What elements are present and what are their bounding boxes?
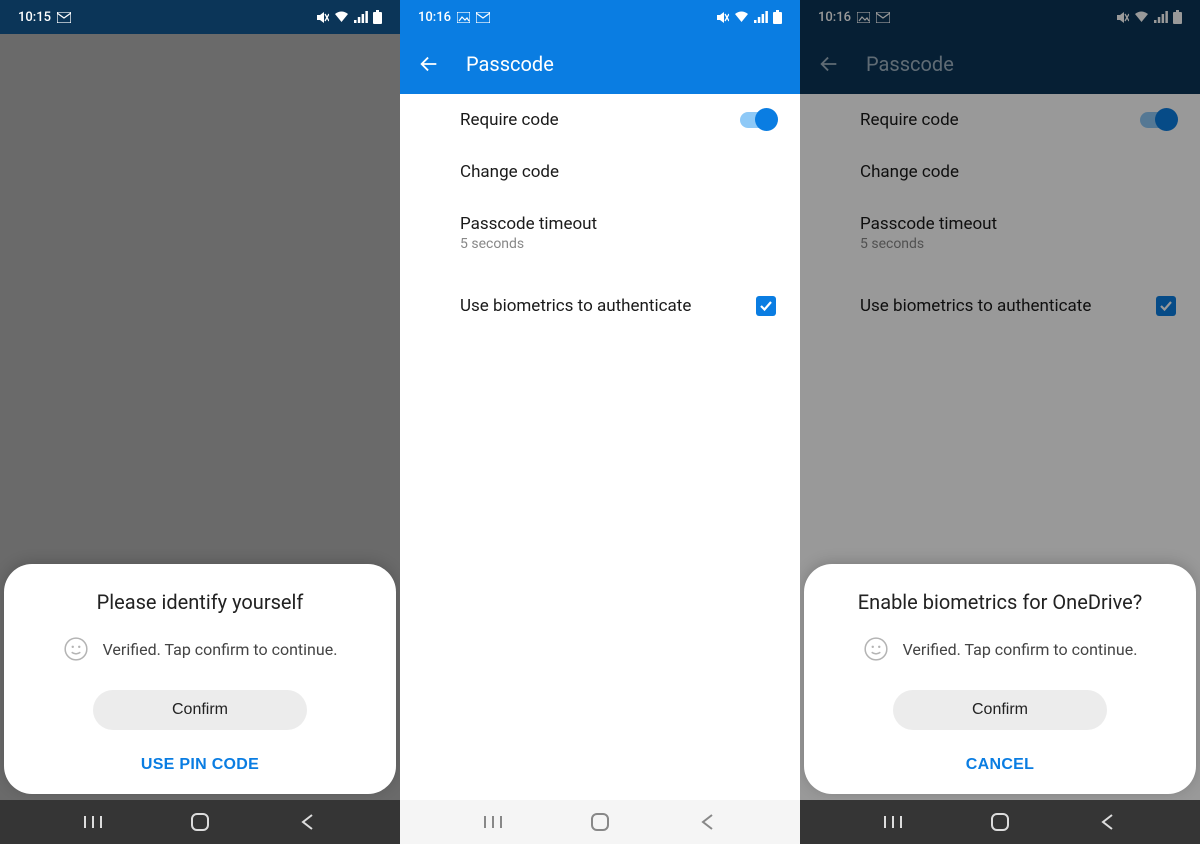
mute-icon bbox=[1115, 11, 1129, 24]
face-icon bbox=[63, 636, 89, 662]
back-arrow-icon[interactable] bbox=[818, 53, 840, 75]
status-bar: 10:16 bbox=[800, 0, 1200, 34]
app-bar: Passcode bbox=[800, 34, 1200, 94]
status-bar: 10:15 bbox=[0, 0, 400, 34]
back-button[interactable] bbox=[687, 802, 727, 842]
sheet-message: Verified. Tap confirm to continue. bbox=[103, 640, 338, 659]
wifi-icon bbox=[334, 11, 349, 23]
timeout-row[interactable]: Passcode timeout 5 seconds bbox=[800, 198, 1200, 268]
sheet-title: Enable biometrics for OneDrive? bbox=[822, 590, 1178, 614]
biometrics-checkbox[interactable] bbox=[756, 296, 776, 316]
change-code-row[interactable]: Change code bbox=[800, 146, 1200, 198]
face-icon bbox=[863, 636, 889, 662]
sheet-title: Please identify yourself bbox=[22, 590, 378, 614]
signal-icon bbox=[354, 11, 368, 23]
mute-icon bbox=[315, 11, 329, 24]
identify-sheet: Please identify yourself Verified. Tap c… bbox=[4, 564, 396, 794]
appbar-title: Passcode bbox=[466, 52, 554, 76]
home-button[interactable] bbox=[980, 802, 1020, 842]
sheet-message-row: Verified. Tap confirm to continue. bbox=[22, 636, 378, 662]
android-navbar bbox=[400, 800, 800, 844]
status-bar: 10:16 bbox=[400, 0, 800, 34]
status-time: 10:16 bbox=[818, 10, 851, 25]
mute-icon bbox=[715, 11, 729, 24]
appbar-title: Passcode bbox=[866, 52, 954, 76]
sheet-message-row: Verified. Tap confirm to continue. bbox=[822, 636, 1178, 662]
settings-list: Require code Change code Passcode timeou… bbox=[400, 94, 800, 332]
change-code-row[interactable]: Change code bbox=[400, 146, 800, 198]
status-time: 10:15 bbox=[18, 10, 51, 25]
back-arrow-icon[interactable] bbox=[418, 53, 440, 75]
biometrics-row[interactable]: Use biometrics to authenticate bbox=[400, 280, 800, 332]
mail-icon bbox=[876, 12, 890, 23]
require-code-row[interactable]: Require code bbox=[800, 94, 1200, 146]
confirm-button[interactable]: Confirm bbox=[93, 690, 307, 730]
image-icon bbox=[857, 12, 870, 23]
wifi-icon bbox=[734, 11, 749, 23]
timeout-row[interactable]: Passcode timeout 5 seconds bbox=[400, 198, 800, 268]
screen-enable-biometrics: 10:16 Passcode Require code Change code … bbox=[800, 0, 1200, 844]
app-bar: Passcode bbox=[400, 34, 800, 94]
home-button[interactable] bbox=[180, 802, 220, 842]
confirm-button[interactable]: Confirm bbox=[893, 690, 1107, 730]
sheet-message: Verified. Tap confirm to continue. bbox=[903, 640, 1138, 659]
android-navbar bbox=[0, 800, 400, 844]
back-button[interactable] bbox=[1087, 802, 1127, 842]
wifi-icon bbox=[1134, 11, 1149, 23]
cancel-button[interactable]: CANCEL bbox=[966, 756, 1034, 774]
require-code-toggle[interactable] bbox=[740, 112, 776, 128]
image-icon bbox=[457, 12, 470, 23]
battery-icon bbox=[773, 10, 782, 24]
back-button[interactable] bbox=[287, 802, 327, 842]
status-time: 10:16 bbox=[418, 10, 451, 25]
require-code-row[interactable]: Require code bbox=[400, 94, 800, 146]
home-button[interactable] bbox=[580, 802, 620, 842]
biometrics-sheet: Enable biometrics for OneDrive? Verified… bbox=[804, 564, 1196, 794]
require-code-toggle[interactable] bbox=[1140, 112, 1176, 128]
screen-identify: 10:15 Secured by Knox Please identify yo… bbox=[0, 0, 400, 844]
battery-icon bbox=[373, 10, 382, 24]
biometrics-row[interactable]: Use biometrics to authenticate bbox=[800, 280, 1200, 332]
mail-icon bbox=[57, 12, 71, 23]
mail-icon bbox=[476, 12, 490, 23]
signal-icon bbox=[754, 11, 768, 23]
battery-icon bbox=[1173, 10, 1182, 24]
signal-icon bbox=[1154, 11, 1168, 23]
screen-passcode-settings: 10:16 Passcode Require code Change code … bbox=[400, 0, 800, 844]
settings-list: Require code Change code Passcode timeou… bbox=[800, 94, 1200, 332]
recents-button[interactable] bbox=[873, 802, 913, 842]
recents-button[interactable] bbox=[473, 802, 513, 842]
recents-button[interactable] bbox=[73, 802, 113, 842]
biometrics-checkbox[interactable] bbox=[1156, 296, 1176, 316]
use-pin-button[interactable]: USE PIN CODE bbox=[141, 756, 259, 774]
android-navbar bbox=[800, 800, 1200, 844]
